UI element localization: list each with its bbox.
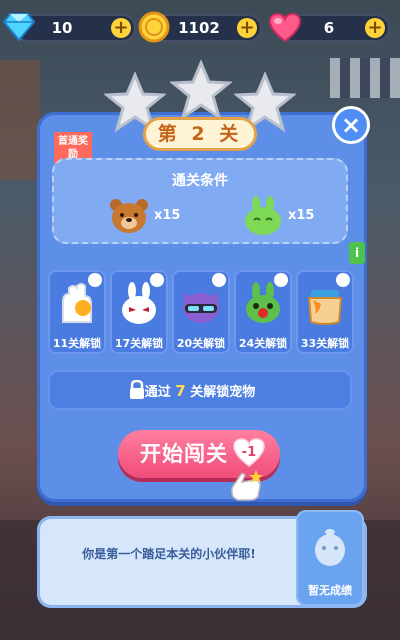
coin-icon <box>138 11 170 43</box>
info-button[interactable]: i <box>349 242 365 264</box>
diamond-icon <box>2 13 36 42</box>
coins-value: 1102 <box>178 19 220 37</box>
condition-item: x15 <box>242 196 314 238</box>
glove-pet-icon <box>62 283 92 323</box>
resource-bar: 10 + 1102 + 6 + <box>0 10 400 46</box>
condition-count: x15 <box>154 208 181 223</box>
conditions-title: 通关条件 <box>172 173 228 189</box>
lock-icon <box>212 273 226 287</box>
condition-count: x15 <box>288 208 315 223</box>
lock-icon <box>88 273 102 287</box>
unlock-hint-level: 7 <box>175 382 186 400</box>
pet-unlock-label: 17关解锁 <box>114 337 164 350</box>
condition-item: x15 <box>108 196 180 238</box>
pet-unlock-label: 33关解锁 <box>300 337 350 350</box>
add-coins-button[interactable]: + <box>237 18 257 38</box>
white-bunny-pet-icon <box>122 282 156 324</box>
pointing-hand-icon <box>231 470 263 501</box>
start-cost-label: -1 <box>241 445 257 460</box>
pet-unlock-hint: 通过 7 关解锁宠物 <box>48 370 352 410</box>
purple-cat-pet-icon <box>183 292 219 323</box>
lock-icon <box>150 273 164 287</box>
lock-icon <box>336 273 350 287</box>
unlock-hint-text: 通过 7 关解锁宠物 <box>48 381 352 400</box>
pet-unlock-label: 24关解锁 <box>238 337 288 350</box>
pet-unlock-label: 20关解锁 <box>176 337 226 350</box>
ghost-mascot-icon <box>315 529 345 566</box>
pet-card[interactable]: 11关解锁 <box>48 270 106 354</box>
close-button[interactable]: × <box>332 106 370 144</box>
honey-jar-pet-icon <box>307 290 343 325</box>
background-shop <box>0 60 40 180</box>
bear-head-icon <box>110 199 148 233</box>
pet-card[interactable]: 24关解锁 <box>234 270 292 354</box>
background-awning <box>330 58 400 98</box>
lock-icon <box>274 273 288 287</box>
green-bunny-clown-pet-icon <box>246 282 280 323</box>
record-button[interactable]: 暂无成绩 <box>296 510 364 606</box>
pet-unlock-label: 11关解锁 <box>52 337 102 350</box>
pet-card[interactable]: 33关解锁 <box>296 270 354 354</box>
heart-icon <box>268 12 302 43</box>
star-icon <box>170 60 232 121</box>
add-hearts-button[interactable]: + <box>365 18 385 38</box>
record-label: 暂无成绩 <box>308 584 352 597</box>
hearts-value: 6 <box>323 19 335 37</box>
level-title: 第 2 关 <box>143 117 257 151</box>
add-gems-button[interactable]: + <box>111 18 131 38</box>
pet-unlock-row: 11关解锁 17关解锁 20关解锁 24关解锁 33关解锁 <box>46 270 354 356</box>
first-visitor-message: 你是第一个踏足本关的小伙伴耶! <box>82 547 256 561</box>
green-bunny-icon <box>245 196 281 235</box>
pet-card[interactable]: 20关解锁 <box>172 270 230 354</box>
unlock-hint-prefix: 通过 <box>144 385 171 400</box>
clear-conditions-panel: 通关条件 x15 x15 <box>52 158 348 244</box>
unlock-hint-suffix: 关解锁宠物 <box>190 385 256 400</box>
pet-card[interactable]: 17关解锁 <box>110 270 168 354</box>
